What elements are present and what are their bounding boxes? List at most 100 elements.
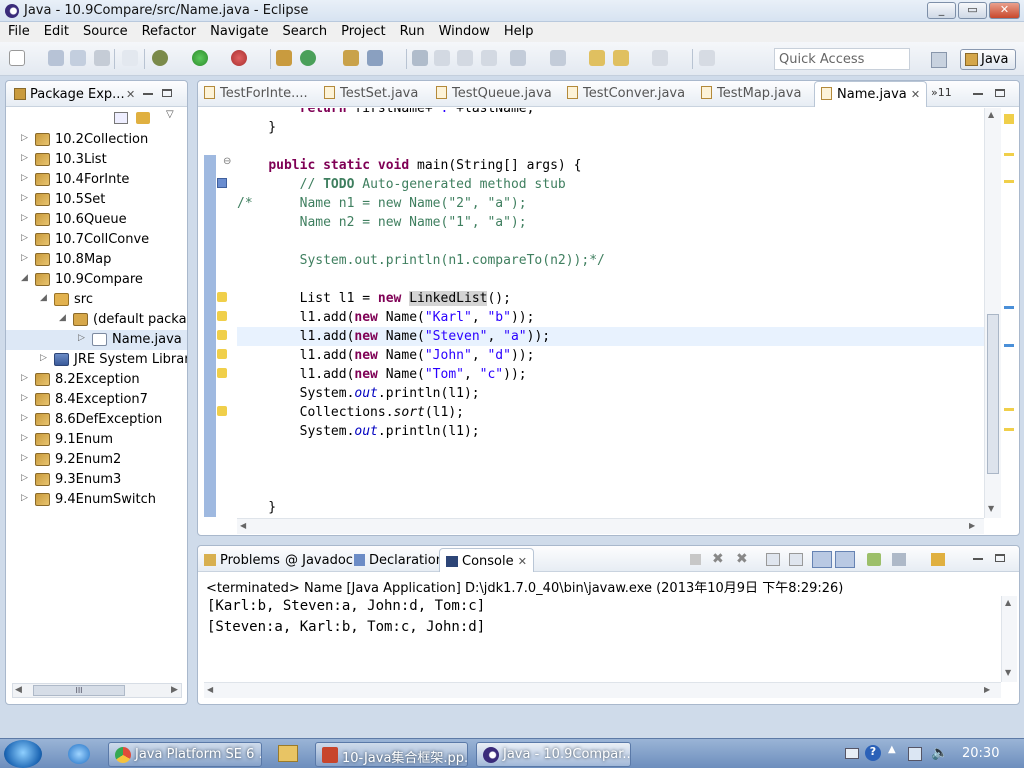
scroll-left-icon[interactable]: ◀ <box>15 685 22 695</box>
next-annotation-icon[interactable] <box>510 50 526 66</box>
tab-testqueue[interactable]: TestQueue.java <box>436 86 552 101</box>
link-editor-icon[interactable] <box>136 112 150 124</box>
scroll-right-icon[interactable]: ▶ <box>984 685 990 694</box>
warning-marker[interactable] <box>1004 153 1014 156</box>
debug-icon[interactable] <box>152 50 168 66</box>
occurrence-marker[interactable] <box>1004 344 1014 347</box>
quick-access-input[interactable]: Quick Access <box>774 48 910 70</box>
tree-item[interactable]: ◢ (default packag <box>6 310 187 330</box>
minimize-icon[interactable] <box>143 93 153 95</box>
pin-console-icon[interactable] <box>867 553 881 566</box>
start-button[interactable] <box>4 740 42 768</box>
warning-icon[interactable] <box>217 311 227 321</box>
scroll-right-icon[interactable]: ▶ <box>171 685 178 695</box>
tree-item[interactable]: ▷ 9.1Enum <box>6 430 187 450</box>
console-vertical-scrollbar[interactable]: ▲ ▼ <box>1001 596 1017 682</box>
close-tab-icon[interactable]: ✕ <box>911 88 920 101</box>
tab-name-java[interactable]: Name.java ✕ <box>814 81 928 107</box>
maximize-icon[interactable] <box>995 89 1005 97</box>
tree-item[interactable]: ▷ 8.2Exception <box>6 370 187 390</box>
menu-run[interactable]: Run <box>392 22 431 39</box>
tab-testforinte[interactable]: TestForInte.... <box>204 86 308 101</box>
task-java-platform[interactable]: Java Platform SE 6 ... <box>108 742 262 767</box>
tree-item[interactable]: ▷ JRE System Library <box>6 350 187 370</box>
close-button[interactable]: ✕ <box>989 2 1020 19</box>
minimize-button[interactable]: _ <box>927 2 956 19</box>
tab-testset[interactable]: TestSet.java <box>324 86 418 101</box>
run-external-tools-icon[interactable] <box>231 50 247 66</box>
pin-editor-icon[interactable] <box>699 50 715 66</box>
scroll-thumb[interactable]: III <box>33 685 125 696</box>
scroll-up-icon[interactable]: ▲ <box>988 110 994 119</box>
tree-item[interactable]: ▷ 10.6Queue <box>6 210 187 230</box>
print-icon[interactable] <box>94 50 110 66</box>
search-icon[interactable] <box>367 50 383 66</box>
scroll-left-icon[interactable]: ◀ <box>207 685 213 694</box>
remove-launch-icon[interactable]: ✖ <box>712 551 724 567</box>
menu-search[interactable]: Search <box>274 22 333 39</box>
internet-explorer-icon[interactable] <box>68 744 90 764</box>
show-hidden-icons[interactable]: ▲ <box>888 744 896 755</box>
open-console-icon[interactable] <box>931 553 945 566</box>
tab-testconver[interactable]: TestConver.java <box>567 86 685 101</box>
menu-window[interactable]: Window <box>431 22 496 39</box>
save-icon[interactable] <box>48 50 64 66</box>
tree-item[interactable]: ◢ src <box>6 290 187 310</box>
warning-marker[interactable] <box>1004 408 1014 411</box>
fold-icon[interactable]: ⊖ <box>223 156 231 167</box>
close-tab-icon[interactable]: ✕ <box>518 555 527 568</box>
java-perspective-button[interactable]: Java <box>960 49 1016 70</box>
minimize-icon[interactable] <box>973 93 983 95</box>
scroll-left-icon[interactable]: ◀ <box>240 521 246 530</box>
new-icon[interactable] <box>9 50 25 66</box>
display-console-icon[interactable] <box>892 553 906 566</box>
tab-declaration[interactable]: Declaration <box>354 553 444 568</box>
code-editor[interactable]: return firstName+":"+lastName; } public … <box>237 108 984 518</box>
maximize-icon[interactable] <box>162 89 172 97</box>
warning-icon[interactable] <box>217 330 227 340</box>
new-class-icon[interactable] <box>300 50 316 66</box>
scroll-down-icon[interactable]: ▼ <box>988 504 994 513</box>
show-stderr-icon[interactable] <box>835 551 855 568</box>
scroll-lock-icon[interactable] <box>789 553 803 566</box>
file-explorer-icon[interactable] <box>278 745 298 762</box>
toggle-breadcrumb-icon[interactable] <box>122 50 138 66</box>
warning-icon[interactable] <box>217 292 227 302</box>
menu-file[interactable]: File <box>0 22 36 39</box>
maximize-button[interactable]: ▭ <box>958 2 987 19</box>
warning-marker[interactable] <box>1004 180 1014 183</box>
show-whitespace-icon[interactable] <box>481 50 497 66</box>
tree-item[interactable]: ▷ 9.4EnumSwitch <box>6 490 187 510</box>
terminate-icon[interactable] <box>690 554 701 565</box>
view-menu-icon[interactable]: ▽ <box>166 109 174 120</box>
clear-console-icon[interactable] <box>766 553 780 566</box>
warning-icon[interactable] <box>217 368 227 378</box>
warning-icon[interactable] <box>217 349 227 359</box>
new-java-project-icon[interactable] <box>276 50 292 66</box>
tree-item[interactable]: ▷ 10.4ForInte <box>6 170 187 190</box>
occurrence-marker[interactable] <box>1004 306 1014 309</box>
warning-marker[interactable] <box>1004 428 1014 431</box>
horizontal-scrollbar[interactable]: ◀ III ▶ <box>12 683 182 698</box>
menu-project[interactable]: Project <box>333 22 391 39</box>
menu-help[interactable]: Help <box>496 22 540 39</box>
tree-item[interactable]: ▷ 10.3List <box>6 150 187 170</box>
menu-edit[interactable]: Edit <box>36 22 75 39</box>
collapse-all-icon[interactable] <box>114 112 128 124</box>
tree-item[interactable]: ▷ 9.2Enum2 <box>6 450 187 470</box>
scroll-down-icon[interactable]: ▼ <box>1005 668 1011 677</box>
tab-testmap[interactable]: TestMap.java <box>701 86 801 101</box>
tree-item[interactable]: ◢ 10.9Compare <box>6 270 187 290</box>
save-all-icon[interactable] <box>70 50 86 66</box>
menu-source[interactable]: Source <box>75 22 134 39</box>
keyboard-icon[interactable] <box>845 748 859 759</box>
volume-icon[interactable]: 🔈 <box>931 745 948 761</box>
maximize-icon[interactable] <box>995 554 1005 562</box>
close-icon[interactable]: ✕ <box>126 88 135 101</box>
package-explorer-title[interactable]: Package Exp... <box>30 87 125 102</box>
minimize-icon[interactable] <box>973 558 983 560</box>
tree-item-selected[interactable]: ▷ Name.java <box>6 330 187 350</box>
block-icon[interactable] <box>457 50 473 66</box>
task-powerpoint[interactable]: 10-Java集合框架.pp... <box>315 742 468 767</box>
editor-vertical-scrollbar[interactable]: ▲ ▼ <box>984 108 1001 518</box>
